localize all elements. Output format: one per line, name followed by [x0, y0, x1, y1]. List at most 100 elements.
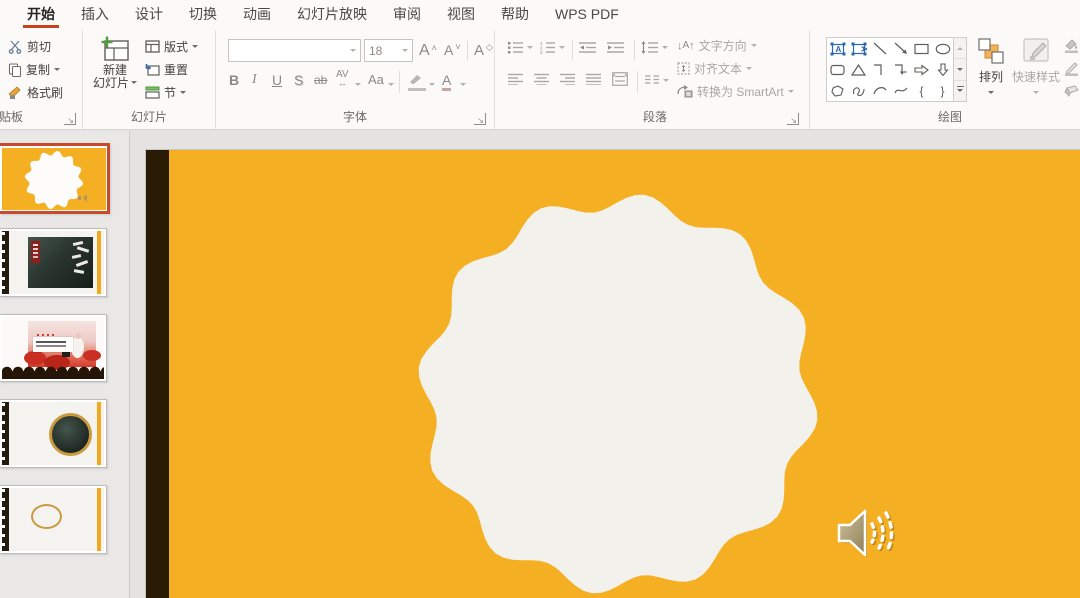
shape-scribble[interactable] [848, 80, 869, 101]
tab-animations[interactable]: 动画 [230, 0, 284, 30]
group-paragraph: 123 [495, 30, 810, 129]
slides-group-label: 幻灯片 [83, 108, 215, 125]
shape-oval[interactable] [932, 38, 953, 59]
slide-thumbnail-2[interactable] [0, 228, 107, 297]
tab-view[interactable]: 视图 [434, 0, 488, 30]
slide-thumbnail-3[interactable] [0, 314, 107, 382]
shape-elbow-arrow-connector[interactable] [890, 59, 911, 80]
gallery-scroll-down[interactable] [954, 59, 966, 80]
slide-thumbnail-4[interactable] [0, 399, 107, 468]
align-left-button[interactable] [508, 73, 523, 85]
thumb1-audio-icon [78, 194, 86, 202]
increase-indent-button[interactable] [607, 41, 624, 54]
shape-vertical-text-box[interactable]: A [848, 38, 869, 59]
arrange-button[interactable]: 排列 [973, 37, 1009, 97]
slide-thumbnail-5[interactable] [0, 485, 107, 554]
slide-thumbnail-1[interactable] [0, 143, 110, 214]
copy-button[interactable]: 复制 [8, 61, 60, 78]
numbering-caret [559, 46, 565, 52]
distribute-button[interactable] [612, 72, 628, 86]
thumb2-filmstrip [2, 231, 9, 294]
bold-button[interactable]: B [229, 72, 239, 88]
shape-arrow[interactable] [890, 38, 911, 59]
underline-button[interactable]: U [272, 72, 282, 88]
shadow-button[interactable]: S [294, 72, 303, 88]
font-name-combobox[interactable] [228, 39, 361, 62]
shape-elbow-connector[interactable] [869, 59, 890, 80]
bullets-button[interactable] [508, 41, 533, 54]
align-center-button[interactable] [534, 73, 549, 85]
font-size-combobox[interactable]: 18 [364, 39, 413, 62]
bullets-caret [527, 46, 533, 52]
shrink-font-button[interactable]: A˅ [444, 42, 461, 58]
arrange-icon [977, 37, 1005, 65]
new-slide-icon [100, 36, 130, 62]
section-button[interactable]: 节 [145, 84, 186, 101]
convert-smartart-button[interactable]: 转换为 SmartArt [677, 83, 794, 100]
columns-button[interactable] [645, 75, 669, 85]
font-color-button[interactable]: A [442, 72, 451, 88]
shape-rectangle[interactable] [911, 38, 932, 59]
thumb4-accent-strip [97, 402, 101, 465]
group-slides: 新建 幻灯片 版式 重置 节 [83, 30, 216, 129]
clear-formatting-button[interactable]: A◇ [474, 42, 493, 59]
audio-speaker-icon[interactable] [833, 500, 897, 566]
shape-triangle[interactable] [848, 59, 869, 80]
quick-styles-button[interactable]: 快速样式 [1010, 37, 1062, 97]
tab-wps-pdf[interactable]: WPS PDF [542, 0, 632, 30]
numbering-button[interactable]: 123 [540, 41, 565, 54]
strikethrough-button[interactable]: ab [314, 73, 327, 87]
character-spacing-button[interactable]: AV↔ [336, 71, 349, 87]
thumb5-gold-ring-shape [31, 504, 62, 529]
slide-editor-area[interactable] [131, 131, 1080, 598]
shape-rounded-rectangle[interactable] [827, 59, 848, 80]
change-case-button[interactable]: Aa [368, 72, 384, 87]
tab-home[interactable]: 开始 [14, 0, 68, 30]
shape-arc[interactable] [869, 80, 890, 101]
shape-fill-button[interactable] [1063, 38, 1080, 53]
gallery-more-button[interactable] [954, 81, 966, 101]
scalloped-circle-shape[interactable] [408, 184, 828, 598]
grow-font-button[interactable]: A˄ [419, 42, 437, 60]
reset-button[interactable]: 重置 [145, 61, 188, 78]
text-direction-icon: ↓A↑ [677, 40, 695, 52]
format-painter-button[interactable]: 格式刷 [8, 84, 63, 101]
paragraph-dialog-launcher[interactable] [787, 113, 799, 125]
thumb2-accent-strip [97, 231, 101, 294]
shape-block-arrow-right[interactable] [911, 59, 932, 80]
tab-transitions[interactable]: 切换 [176, 0, 230, 30]
align-text-button[interactable]: 对齐文本 [677, 60, 752, 77]
columns-caret [663, 79, 669, 85]
align-right-button[interactable] [560, 73, 575, 85]
italic-button[interactable]: I [252, 72, 257, 88]
shape-effects-button[interactable] [1063, 85, 1080, 98]
layout-dropdown-caret [192, 45, 198, 51]
shape-outline-button[interactable] [1063, 61, 1080, 76]
tab-insert[interactable]: 插入 [68, 0, 122, 30]
shape-right-brace[interactable]: } [932, 80, 953, 101]
shape-curve[interactable] [890, 80, 911, 101]
tab-design[interactable]: 设计 [122, 0, 176, 30]
tab-help[interactable]: 帮助 [488, 0, 542, 30]
current-slide-canvas[interactable] [146, 150, 1080, 598]
shape-freeform[interactable] [827, 80, 848, 101]
thumb4-circle-photo [49, 413, 92, 456]
shape-text-box[interactable]: A [827, 38, 848, 59]
shape-block-arrow-down[interactable] [932, 59, 953, 80]
text-direction-button[interactable]: ↓A↑ 文字方向 [677, 37, 757, 54]
cut-button[interactable]: 剪切 [8, 38, 51, 55]
tab-review[interactable]: 审阅 [380, 0, 434, 30]
tab-slideshow[interactable]: 幻灯片放映 [284, 0, 380, 30]
clipboard-dialog-launcher[interactable] [64, 113, 76, 125]
new-slide-button[interactable]: 新建 幻灯片 [91, 36, 139, 90]
layout-button[interactable]: 版式 [145, 38, 198, 55]
justify-button[interactable] [586, 73, 601, 85]
shape-left-brace[interactable]: { [911, 80, 932, 101]
shape-line[interactable] [869, 38, 890, 59]
line-spacing-button[interactable] [641, 41, 668, 54]
slide-thumbnail-panel [0, 131, 130, 598]
copy-dropdown-caret [54, 68, 60, 74]
highlight-button[interactable] [408, 72, 426, 88]
gallery-scroll-up[interactable] [954, 38, 966, 59]
decrease-indent-button[interactable] [579, 41, 596, 54]
